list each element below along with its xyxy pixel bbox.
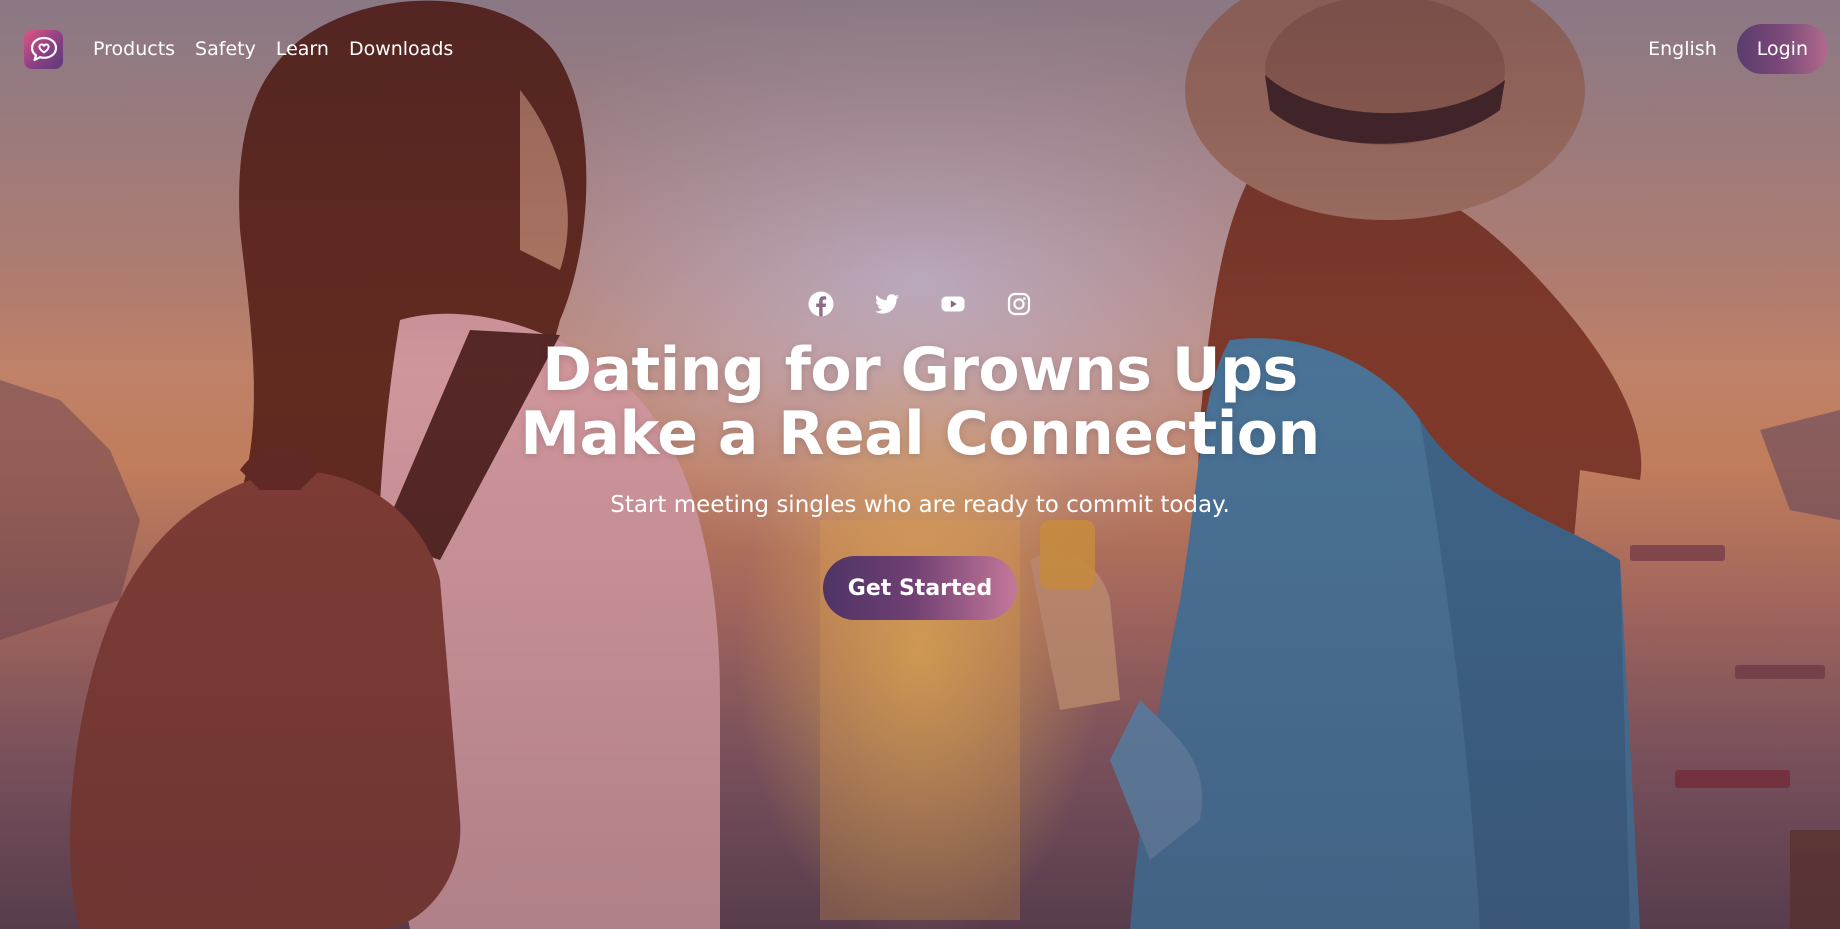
hero-section: Products Safety Learn Downloads English … xyxy=(0,0,1840,929)
facebook-icon[interactable] xyxy=(807,290,835,318)
get-started-button[interactable]: Get Started xyxy=(822,556,1018,620)
brand-logo[interactable] xyxy=(24,29,63,69)
headline-line-1: Dating for Growns Ups xyxy=(542,335,1298,405)
chat-heart-icon xyxy=(30,36,57,62)
twitter-icon[interactable] xyxy=(873,290,901,318)
social-links xyxy=(807,290,1033,318)
youtube-icon[interactable] xyxy=(939,290,967,318)
top-navbar: Products Safety Learn Downloads English … xyxy=(24,24,1828,74)
hero-content: Dating for Growns Ups Make a Real Connec… xyxy=(0,290,1840,620)
nav-link-learn[interactable]: Learn xyxy=(276,38,329,60)
login-button[interactable]: Login xyxy=(1736,24,1828,74)
nav-link-safety[interactable]: Safety xyxy=(195,38,256,60)
headline-line-2: Make a Real Connection xyxy=(520,399,1320,469)
nav-link-products[interactable]: Products xyxy=(93,38,175,60)
nav-link-downloads[interactable]: Downloads xyxy=(349,38,453,60)
hero-subheadline: Start meeting singles who are ready to c… xyxy=(610,492,1230,518)
language-selector[interactable]: English xyxy=(1648,38,1717,60)
nav-links: Products Safety Learn Downloads xyxy=(93,38,453,60)
nav-right: English Login xyxy=(1648,24,1828,74)
hero-headline: Dating for Growns Ups Make a Real Connec… xyxy=(520,335,1320,469)
instagram-icon[interactable] xyxy=(1005,290,1033,318)
